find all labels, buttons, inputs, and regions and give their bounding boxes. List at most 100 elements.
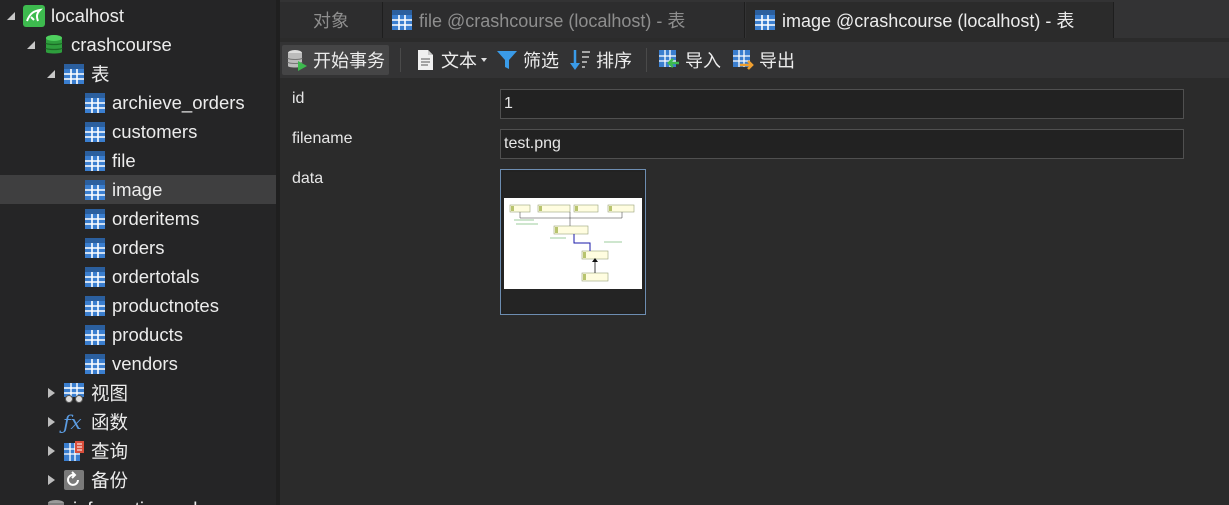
diagram-thumbnail-image [504,198,642,289]
dropdown-caret-icon[interactable] [481,58,487,62]
begin-transaction-button[interactable]: 开始事务 [282,45,389,75]
backup-label: 备份 [91,469,129,491]
table-icon [85,353,105,374]
table-icon [85,121,105,142]
table-label: image [112,178,163,200]
table-icon [85,324,105,345]
collapse-arrow-icon[interactable] [26,39,38,51]
text-button[interactable]: 文本 [410,45,491,75]
filter-button[interactable]: 筛选 [492,45,563,75]
table-label: vendors [112,352,178,374]
functions-label: 函数 [91,411,129,433]
tree-item-table[interactable]: archieve_orders [0,88,276,117]
tree-item-table[interactable]: file [0,146,276,175]
database-icon [48,499,64,505]
tree-item-functions[interactable]: ƒx 函数 [0,407,276,436]
tab-label: file @crashcourse (localhost) - 表 [419,11,686,31]
table-icon [755,10,775,30]
navigation-tree: localhost crashcourse 表 archieve_orders … [0,0,276,505]
table-icon [85,208,105,229]
tree-item-views[interactable]: 视图 [0,378,276,407]
data-image-preview[interactable] [500,169,646,315]
import-label: 导入 [685,51,721,71]
tables-group-icon [64,63,84,84]
id-field-label: id [292,90,305,107]
import-button[interactable]: 导入 [654,45,725,75]
table-icon [85,237,105,258]
connection-label: localhost [51,4,125,26]
table-label: archieve_orders [112,91,245,113]
text-label: 文本 [441,51,477,71]
tables-group-label: 表 [91,63,110,85]
begin-transaction-label: 开始事务 [313,51,385,71]
import-icon [659,50,679,68]
expand-arrow-icon[interactable] [46,387,58,399]
tree-item-backup[interactable]: 备份 [0,465,276,494]
collapse-arrow-icon[interactable] [6,10,18,22]
tree-item-table[interactable]: orderitems [0,204,276,233]
export-button[interactable]: 导出 [728,45,799,75]
tree-item-table[interactable]: orders [0,233,276,262]
table-icon [85,266,105,287]
toolbar: 开始事务 文本 筛选 排序 导入 导出 [280,42,1229,78]
data-field-label: data [292,170,324,187]
export-label: 导出 [759,51,795,71]
filter-label: 筛选 [523,51,559,71]
toolbar-separator [400,48,401,72]
tab-bar: 对象 file @crashcourse (localhost) - 表 ima… [280,0,1229,38]
tab-objects[interactable]: 对象 [280,2,383,38]
tree-item-connection[interactable]: localhost [0,1,276,30]
tree-item-table[interactable]: vendors [0,349,276,378]
expand-arrow-icon[interactable] [46,445,58,457]
views-icon [64,382,84,403]
table-label: file [112,149,136,171]
tree-item-database[interactable]: crashcourse [0,30,276,59]
tree-item-table-selected[interactable]: image [0,175,276,204]
filter-icon [497,51,517,69]
tab-file-table[interactable]: file @crashcourse (localhost) - 表 [383,2,745,38]
document-icon [418,50,433,70]
id-field[interactable] [500,89,1184,119]
table-icon [392,10,412,30]
sort-label: 排序 [596,51,632,71]
export-icon [733,50,754,70]
function-icon: ƒx [63,409,82,434]
table-label: products [112,323,183,345]
table-label: ordertotals [112,265,200,287]
query-icon [64,440,84,461]
tab-label: image @crashcourse (localhost) - 表 [782,11,1075,31]
tree-item-table[interactable]: customers [0,117,276,146]
queries-label: 查询 [91,440,129,462]
table-label: orderitems [112,207,200,229]
table-icon [85,179,105,200]
tree-item-database-2[interactable]: information_schema [0,494,276,505]
backup-icon [64,469,84,490]
sort-button[interactable]: 排序 [565,45,636,75]
table-icon [85,295,105,316]
table-label: orders [112,236,165,258]
tab-label: 对象 [313,11,349,31]
table-icon [85,92,105,113]
expand-arrow-icon[interactable] [46,474,58,486]
table-label: productnotes [112,294,219,316]
toolbar-separator [646,48,647,72]
image-thumbnail [503,172,643,312]
table-icon [85,150,105,171]
tree-item-table[interactable]: products [0,320,276,349]
tree-item-table[interactable]: ordertotals [0,262,276,291]
collapse-arrow-icon[interactable] [46,68,58,80]
table-label: customers [112,120,198,142]
database-label: information_schema [73,498,240,505]
mysql-connection-icon [23,4,45,27]
database-icon [45,34,63,53]
expand-arrow-icon[interactable] [46,416,58,428]
tab-image-table[interactable]: image @crashcourse (localhost) - 表 [746,2,1114,38]
tree-item-table[interactable]: productnotes [0,291,276,320]
sort-icon [570,50,590,70]
filename-field-label: filename [292,130,353,147]
tree-item-tables-group[interactable]: 表 [0,59,276,88]
tree-item-queries[interactable]: 查询 [0,436,276,465]
database-label: crashcourse [71,33,172,55]
filename-field[interactable] [500,129,1184,159]
views-label: 视图 [91,382,129,404]
